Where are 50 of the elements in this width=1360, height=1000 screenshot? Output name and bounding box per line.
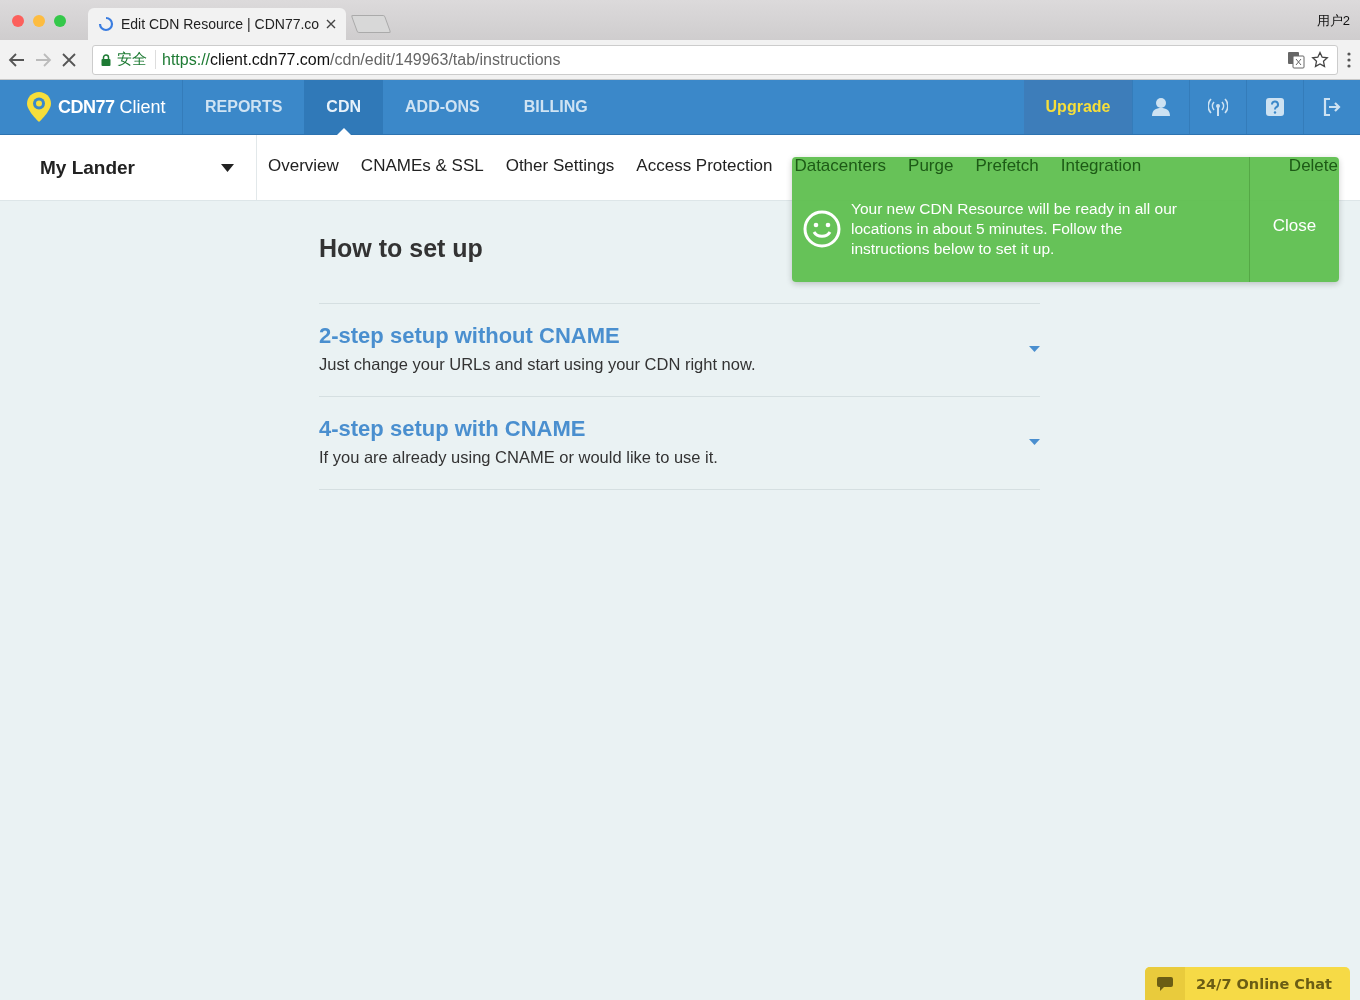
resource-tab[interactable]: Overview (268, 155, 339, 180)
secure-label: 安全 (117, 50, 156, 69)
nav-tab[interactable]: ADD-ONS (383, 80, 502, 134)
forward-icon[interactable] (34, 50, 52, 69)
section-description: If you are already using CNAME or would like to use it. (319, 448, 718, 467)
upgrade-button[interactable]: Upgrade (1024, 80, 1132, 134)
user-icon[interactable] (1151, 97, 1171, 117)
translate-icon[interactable] (1287, 50, 1305, 69)
resource-tab[interactable]: Datacenters (794, 155, 887, 180)
nav-tab[interactable]: REPORTS (183, 80, 305, 134)
close-window-icon[interactable] (12, 15, 24, 27)
resource-tab[interactable]: Purge (908, 155, 954, 180)
section-description: Just change your URLs and start using your CDN right now. (319, 355, 756, 374)
brand-name[interactable]: CDN77 Client (58, 96, 166, 118)
resource-tab[interactable]: Access Protection (636, 155, 773, 180)
resource-tab[interactable]: Prefetch (975, 155, 1039, 180)
nav-tab[interactable]: CDN (304, 80, 383, 134)
back-icon[interactable] (8, 50, 26, 69)
resource-tab[interactable]: Integration (1060, 155, 1142, 180)
smiley-icon (803, 209, 841, 248)
speech-bubble-icon (1155, 975, 1174, 992)
section-title[interactable]: 2-step setup without CNAME (319, 323, 620, 349)
address-bar[interactable]: 安全 https://client.cdn77.com/cdn/edit/149963/tab/instructions (92, 44, 1338, 75)
expand-caret-icon[interactable] (1029, 345, 1040, 352)
stop-icon[interactable] (60, 50, 78, 69)
new-tab-button[interactable] (350, 15, 392, 33)
lock-icon (101, 53, 111, 66)
caret-icon (221, 163, 234, 172)
online-chat-button[interactable]: 24/7 Online Chat (1144, 967, 1350, 1000)
zoom-window-icon[interactable] (54, 15, 66, 27)
star-icon[interactable] (1311, 50, 1329, 69)
page-heading: How to set up (319, 234, 483, 263)
close-icon[interactable] (326, 19, 337, 29)
nav-tab[interactable]: BILLING (501, 80, 610, 134)
broadcast-icon[interactable] (1208, 97, 1228, 117)
expand-caret-icon[interactable] (1029, 438, 1040, 445)
profile-name[interactable]: 用户2 (1316, 12, 1350, 30)
menu-icon[interactable] (1346, 51, 1352, 68)
tab-title: Edit CDN Resource | CDN77.co (121, 16, 320, 32)
map-pin-icon (26, 91, 52, 123)
resource-tab[interactable]: CNAMEs & SSL (360, 155, 484, 180)
logout-icon[interactable] (1322, 97, 1342, 117)
browser-tab[interactable]: Edit CDN Resource | CDN77.co (88, 8, 347, 40)
section-title[interactable]: 4-step setup with CNAME (319, 416, 586, 442)
resource-tab[interactable]: Delete (1288, 155, 1338, 180)
resource-tab[interactable]: Other Settings (505, 155, 615, 180)
url-text: https://client.cdn77.com/cdn/edit/149963/tab/instructions (162, 50, 562, 69)
notification-message: Your new CDN Resource will be ready in all our locations in about 5 minutes. Follow the instructions below to set it up. (851, 198, 1178, 259)
help-icon[interactable] (1265, 97, 1285, 117)
loading-spinner-icon (98, 16, 114, 32)
